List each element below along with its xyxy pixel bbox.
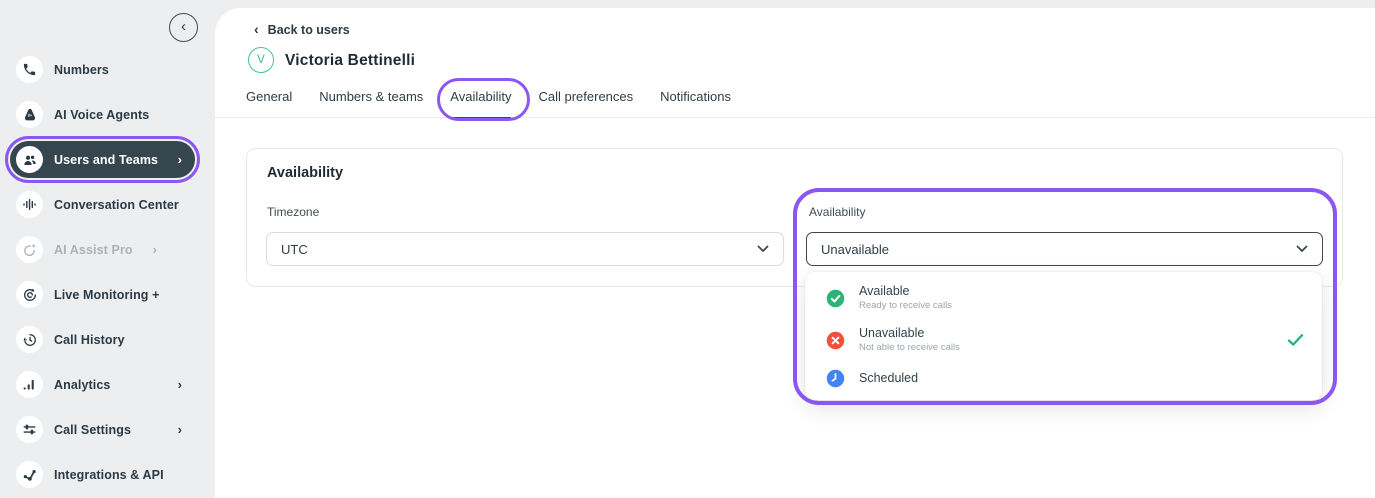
main-content: ‹ Back to users V Victoria Bettinelli Ge… bbox=[215, 8, 1375, 498]
availability-dropdown-menu: Available Ready to receive calls Unavail… bbox=[805, 272, 1322, 400]
sidebar: ‹ Numbers AI Voice Agents Users and Team… bbox=[0, 0, 215, 498]
sidebar-item-label: Call Settings bbox=[54, 422, 132, 437]
chevron-down-icon bbox=[1296, 245, 1308, 253]
option-label: Unavailable bbox=[859, 326, 925, 340]
ai-voice-agents-icon bbox=[16, 101, 43, 128]
unavailable-x-icon bbox=[826, 331, 845, 350]
sidebar-collapse-button[interactable]: ‹ bbox=[169, 13, 198, 42]
availability-card: Availability Timezone UTC Availability U… bbox=[246, 148, 1343, 287]
option-unavailable[interactable]: Unavailable Not able to receive calls bbox=[805, 318, 1322, 362]
sidebar-item-live-monitoring[interactable]: Live Monitoring + bbox=[10, 276, 195, 313]
sidebar-item-call-history[interactable]: Call History bbox=[10, 321, 195, 358]
back-link-label: Back to users bbox=[267, 22, 350, 37]
sidebar-item-ai-voice-agents[interactable]: AI Voice Agents bbox=[10, 96, 195, 133]
sidebar-item-ai-assist-pro[interactable]: AI Assist Pro › bbox=[10, 231, 195, 268]
sidebar-nav: Numbers AI Voice Agents Users and Teams … bbox=[0, 47, 215, 497]
sidebar-item-integrations-api[interactable]: Integrations & API bbox=[10, 456, 195, 493]
sidebar-item-label: Integrations & API bbox=[54, 467, 164, 482]
sidebar-item-conversation-center[interactable]: Conversation Center bbox=[10, 186, 195, 223]
sidebar-item-analytics[interactable]: Analytics › bbox=[10, 366, 195, 403]
sidebar-item-label: Users and Teams bbox=[54, 152, 159, 167]
sidebar-item-numbers[interactable]: Numbers bbox=[10, 51, 195, 88]
chevron-right-icon: › bbox=[177, 422, 182, 437]
availability-label: Availability bbox=[809, 205, 866, 219]
chevron-right-icon: › bbox=[177, 152, 182, 167]
option-scheduled[interactable]: Scheduled bbox=[805, 362, 1322, 394]
avatar: V bbox=[248, 47, 274, 73]
sidebar-item-label: Analytics bbox=[54, 377, 111, 392]
call-settings-icon bbox=[16, 416, 43, 443]
users-icon bbox=[16, 146, 43, 173]
chevron-left-icon: ‹ bbox=[254, 21, 259, 37]
chevron-down-icon bbox=[757, 245, 769, 253]
tab-call-preferences[interactable]: Call preferences bbox=[538, 89, 633, 119]
selected-check-icon bbox=[1287, 333, 1304, 347]
availability-value: Unavailable bbox=[821, 241, 889, 257]
timezone-select[interactable]: UTC bbox=[266, 232, 784, 266]
chevron-right-icon: › bbox=[152, 242, 157, 257]
sidebar-item-label: Conversation Center bbox=[54, 197, 179, 212]
analytics-icon bbox=[16, 371, 43, 398]
tab-general[interactable]: General bbox=[246, 89, 292, 119]
sidebar-item-users-and-teams[interactable]: Users and Teams › bbox=[4, 135, 201, 184]
sidebar-item-label: AI Assist Pro bbox=[54, 242, 133, 257]
sidebar-item-call-settings[interactable]: Call Settings › bbox=[10, 411, 195, 448]
chevron-right-icon: › bbox=[177, 377, 182, 392]
available-check-icon bbox=[826, 289, 845, 308]
tab-numbers-teams[interactable]: Numbers & teams bbox=[319, 89, 423, 119]
tab-notifications[interactable]: Notifications bbox=[660, 89, 731, 119]
timezone-value: UTC bbox=[281, 241, 308, 257]
back-to-users-link[interactable]: ‹ Back to users bbox=[254, 22, 350, 37]
sidebar-item-label: Call History bbox=[54, 332, 125, 347]
timezone-label: Timezone bbox=[267, 205, 320, 219]
option-description: Not able to receive calls bbox=[859, 342, 960, 353]
availability-select[interactable]: Unavailable bbox=[806, 232, 1323, 266]
tab-bar: General Numbers & teams Availability Cal… bbox=[246, 89, 731, 119]
integrations-icon bbox=[16, 461, 43, 488]
option-label: Available bbox=[859, 284, 910, 298]
call-history-icon bbox=[16, 326, 43, 353]
scheduled-clock-icon bbox=[826, 369, 845, 388]
card-title: Availability bbox=[267, 165, 344, 181]
ai-assist-icon bbox=[16, 236, 43, 263]
option-available[interactable]: Available Ready to receive calls bbox=[805, 278, 1322, 318]
phone-icon bbox=[16, 56, 43, 83]
live-monitoring-icon bbox=[16, 281, 43, 308]
waveform-icon bbox=[16, 191, 43, 218]
chevron-left-icon: ‹ bbox=[181, 18, 186, 35]
page-title: Victoria Bettinelli bbox=[285, 52, 416, 69]
avatar-initial: V bbox=[257, 54, 265, 66]
tab-availability[interactable]: Availability bbox=[450, 89, 512, 119]
sidebar-item-label: Numbers bbox=[54, 62, 109, 77]
sidebar-item-label: AI Voice Agents bbox=[54, 107, 150, 122]
option-description: Ready to receive calls bbox=[859, 300, 952, 311]
option-label: Scheduled bbox=[859, 370, 919, 385]
sidebar-item-label: Live Monitoring + bbox=[54, 287, 160, 302]
